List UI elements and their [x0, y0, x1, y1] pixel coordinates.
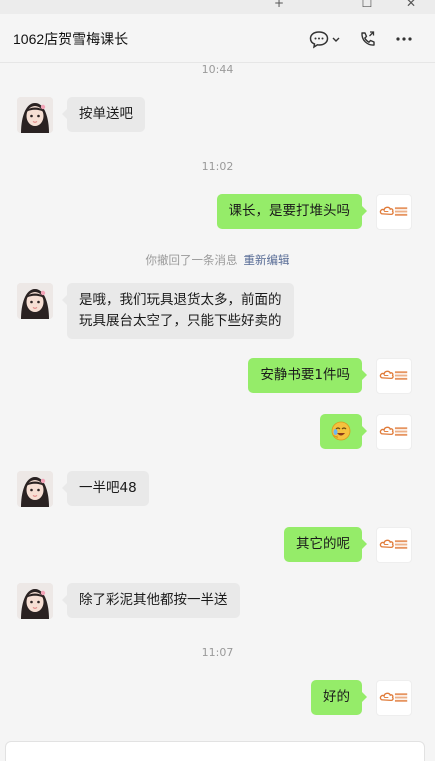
avatar[interactable] [17, 583, 53, 619]
avatar-image [17, 471, 53, 507]
more-icon[interactable] [393, 28, 415, 50]
close-button[interactable]: ✕ [402, 0, 420, 12]
avatar[interactable] [376, 414, 412, 450]
message-bubble-incoming[interactable]: 除了彩泥其他都按一半送 [62, 583, 240, 618]
chat-bubble-icon[interactable] [308, 28, 330, 50]
pin-button[interactable]: + [270, 0, 288, 12]
chat-header: 1062店贺雪梅课长 [0, 14, 435, 63]
brand-logo-icon [379, 370, 408, 380]
chat-title: 1062店贺雪梅课长 [13, 31, 129, 47]
brand-logo-icon [379, 692, 408, 702]
emoji-icon [331, 421, 351, 441]
message-line: 玩具展台太空了，只能下些好卖的 [79, 313, 282, 329]
phone-icon[interactable] [357, 28, 379, 50]
avatar[interactable] [376, 527, 412, 563]
message-bubble-outgoing[interactable] [320, 414, 367, 449]
message-bubble-outgoing[interactable]: 好的 [311, 680, 367, 715]
recall-notice: 你撤回了一条消息 重新编辑 [0, 252, 435, 268]
message-list[interactable]: 10:44 按单送吧 11:02 课长，是要打堆头吗 你撤回了一条消息重新编辑 [0, 63, 435, 739]
avatar[interactable] [17, 283, 53, 319]
avatar[interactable] [17, 471, 53, 507]
chevron-down-icon[interactable] [329, 28, 343, 50]
avatar[interactable] [376, 680, 412, 716]
timestamp: 11:02 [201, 160, 234, 173]
message-bubble-incoming[interactable]: 一半吧48 [62, 471, 149, 506]
avatar[interactable] [17, 97, 53, 133]
message-bubble-outgoing[interactable]: 其它的呢 [284, 527, 367, 562]
avatar-image [17, 283, 53, 319]
brand-logo-icon [379, 539, 408, 549]
timestamp: 10:44 [201, 63, 234, 76]
message-line: 是哦，我们玩具退货太多，前面的 [79, 292, 282, 308]
recall-text: 你撤回了一条消息 [145, 253, 238, 267]
message-bubble-outgoing[interactable]: 安静书要1件吗 [248, 358, 367, 393]
message-input[interactable] [5, 741, 425, 761]
maximize-button[interactable]: ☐ [358, 0, 376, 12]
avatar[interactable] [376, 358, 412, 394]
avatar[interactable] [376, 194, 412, 230]
message-bubble-incoming[interactable]: 按单送吧 [62, 97, 145, 132]
timestamp: 11:07 [201, 646, 234, 659]
window-titlebar: + ☐ ✕ [0, 0, 435, 14]
brand-logo-icon [379, 206, 408, 216]
avatar-image [17, 97, 53, 133]
message-bubble-incoming[interactable]: 是哦，我们玩具退货太多，前面的 玩具展台太空了，只能下些好卖的 [62, 283, 294, 339]
re-edit-link[interactable]: 重新编辑 [244, 253, 290, 267]
brand-logo-icon [379, 426, 408, 436]
avatar-image [17, 583, 53, 619]
message-bubble-outgoing[interactable]: 课长，是要打堆头吗 [216, 194, 367, 229]
